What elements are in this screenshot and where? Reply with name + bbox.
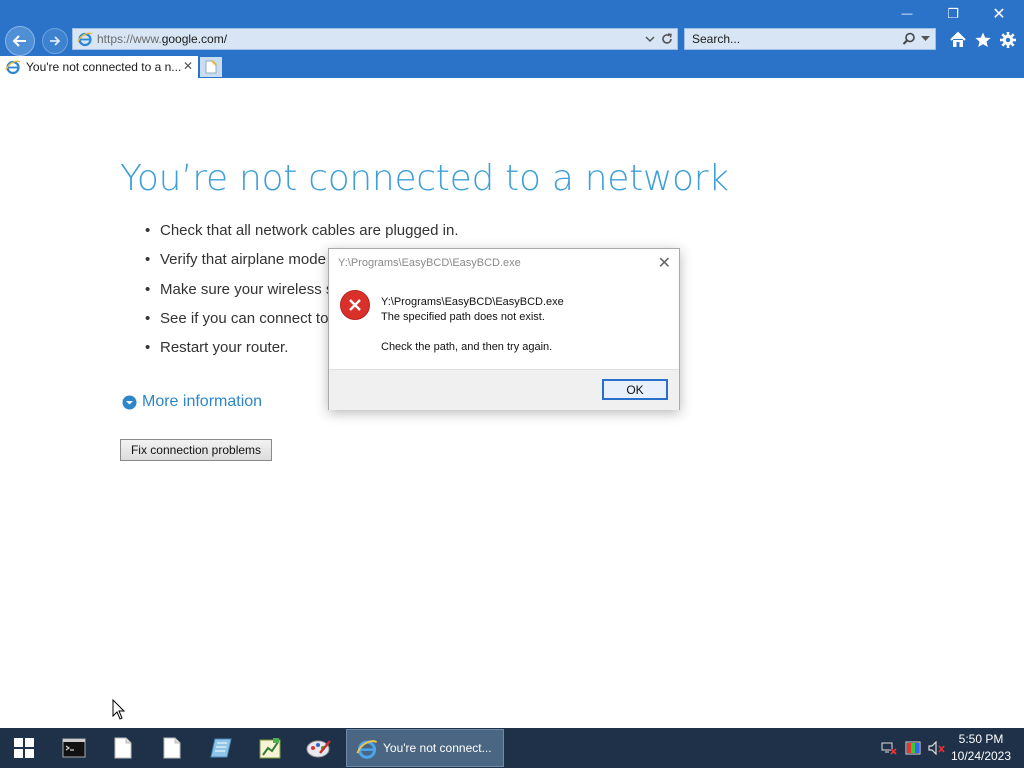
taskbar-notepad[interactable] [206, 734, 236, 762]
tray-volume[interactable] [928, 740, 946, 756]
taskbar-ie-window[interactable]: You're not connect... [346, 729, 504, 767]
minimize-button[interactable]: — [892, 3, 922, 25]
taskbar-ie-label: You're not connect... [383, 741, 492, 755]
paint-icon [306, 740, 331, 758]
new-tab-button[interactable] [200, 57, 222, 77]
back-button[interactable] [5, 26, 35, 56]
settings-gear-icon [1000, 32, 1016, 48]
color-icon [905, 741, 921, 755]
forward-button[interactable] [42, 28, 68, 54]
minimize-icon: — [901, 8, 913, 20]
clock-date: 10/24/2023 [950, 749, 1012, 763]
document-icon [114, 737, 132, 759]
start-button[interactable] [9, 734, 39, 762]
tab-close-icon[interactable]: ✕ [183, 59, 193, 73]
dialog-close-icon[interactable]: ✕ [658, 253, 671, 273]
error-icon [340, 290, 370, 320]
favorites-star-icon [975, 32, 991, 47]
forward-icon [50, 36, 61, 46]
search-dropdown-icon[interactable] [921, 36, 930, 42]
list-item: Check that all network cables are plugge… [145, 222, 459, 251]
dialog-message: Y:\Programs\EasyBCD\EasyBCD.exe The spec… [381, 295, 564, 355]
fix-connection-button[interactable]: Fix connection problems [120, 439, 272, 461]
dialog-title: Y:\Programs\EasyBCD\EasyBCD.exe [338, 257, 521, 269]
tools-button[interactable] [998, 30, 1018, 50]
cmd-icon [62, 738, 86, 758]
dialog-path-text: Y:\Programs\EasyBCD\EasyBCD.exe [381, 296, 564, 308]
volume-muted-icon [928, 741, 945, 755]
favorites-button[interactable] [973, 30, 993, 50]
dialog-error-text: The specified path does not exist. [381, 311, 545, 323]
ok-button[interactable]: OK [602, 379, 668, 400]
tab-title: You're not connected to a n... [26, 60, 182, 74]
search-placeholder: Search... [692, 32, 741, 46]
url-prefix: https://www. [97, 32, 162, 46]
home-icon [950, 31, 966, 47]
dialog-hint-text: Check the path, and then try again. [381, 341, 553, 353]
close-icon: ✕ [992, 6, 1006, 23]
close-window-button[interactable]: ✕ [984, 3, 1014, 25]
ie-icon [5, 60, 21, 75]
clock-time: 5:50 PM [958, 732, 1004, 746]
taskbar-paint[interactable] [304, 734, 334, 762]
ie-icon [77, 32, 93, 47]
home-button[interactable] [948, 30, 968, 50]
refresh-icon[interactable] [660, 32, 674, 46]
taskbar-cmd[interactable] [59, 734, 89, 762]
restore-button[interactable]: ❐ [938, 3, 968, 25]
new-tab-icon [205, 60, 217, 74]
network-disconnected-icon [881, 742, 897, 755]
tab-active[interactable]: You're not connected to a n... ✕ [0, 56, 198, 78]
address-bar[interactable]: https://www.google.com/ [72, 28, 678, 50]
taskbar-chart-app[interactable] [255, 734, 285, 762]
mouse-pointer-icon [112, 699, 126, 720]
taskbar [0, 728, 1024, 768]
dropdown-icon[interactable] [645, 35, 655, 43]
back-icon [12, 35, 26, 47]
document-icon [163, 737, 181, 759]
address-url: https://www.google.com/ [97, 32, 227, 46]
more-information-link[interactable]: More information [122, 393, 262, 411]
ie-icon [356, 740, 378, 759]
tray-color[interactable] [904, 740, 922, 756]
taskbar-document-1[interactable] [108, 734, 138, 762]
url-domain: google.com/ [161, 32, 228, 46]
chart-app-icon [259, 738, 281, 759]
search-box[interactable]: Search... [684, 28, 936, 50]
error-dialog: Y:\Programs\EasyBCD\EasyBCD.exe ✕ Y:\Pro… [328, 248, 680, 410]
start-windows-icon [14, 738, 34, 758]
search-icon[interactable] [902, 32, 916, 46]
page-title: You’re not connected to a network [120, 158, 729, 199]
system-clock[interactable]: 5:50 PM 10/24/2023 [946, 731, 1016, 765]
more-information-label: More information [142, 393, 263, 410]
tray-network[interactable] [880, 740, 898, 756]
notepad-icon [210, 738, 232, 758]
chevron-down-icon [122, 395, 137, 409]
browser-chrome: https://www.google.com/ Search... — ❐ ✕ [0, 0, 1024, 78]
taskbar-document-2[interactable] [157, 734, 187, 762]
restore-icon: ❐ [947, 6, 959, 21]
